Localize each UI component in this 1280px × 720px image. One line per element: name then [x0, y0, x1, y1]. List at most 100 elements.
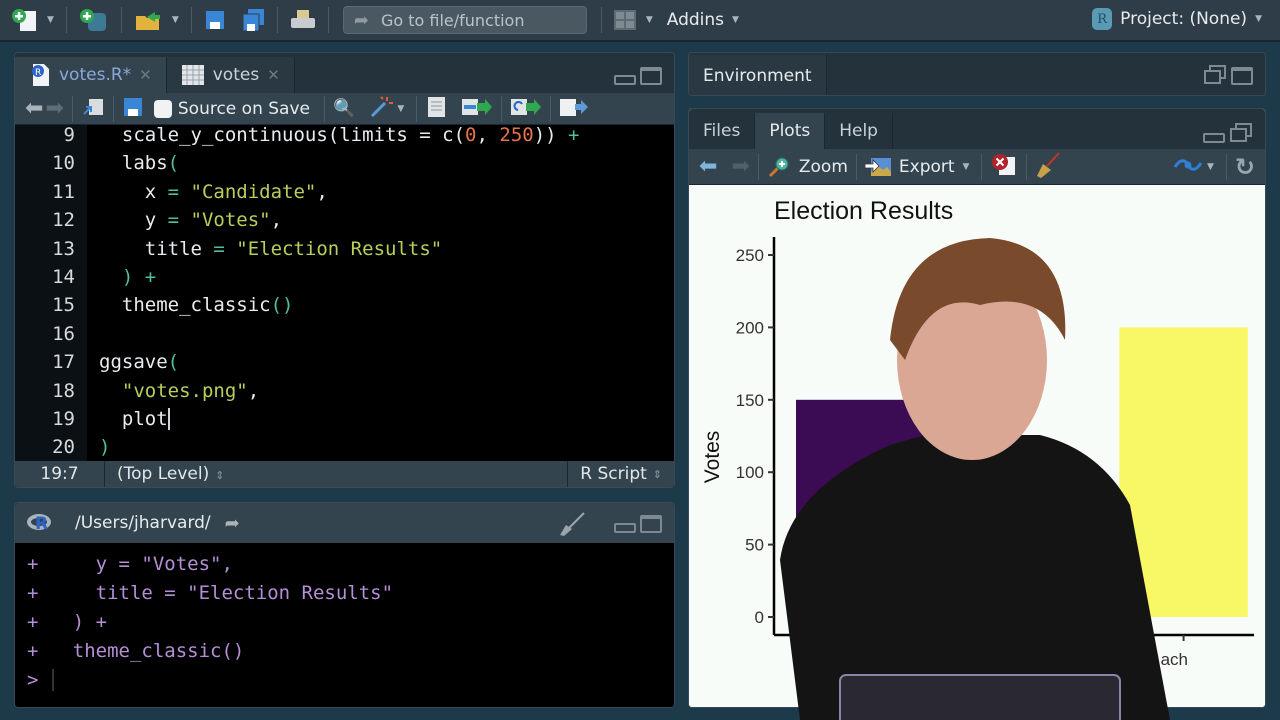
project-menu[interactable]: R Project: (None) ▼: [1092, 8, 1266, 30]
publish-icon[interactable]: [1173, 155, 1203, 179]
save-icon[interactable]: [203, 6, 227, 34]
goto-file-function-input[interactable]: ➦ Go to file/function: [342, 6, 587, 34]
tab-votes-data[interactable]: votes ✕: [166, 57, 295, 93]
divider: [112, 95, 114, 122]
code-line: 19 plot: [15, 405, 170, 433]
magic-wand-icon[interactable]: [369, 95, 394, 122]
next-plot-icon[interactable]: ➡: [731, 154, 749, 179]
line-number: 18: [52, 379, 75, 402]
maximize-icon[interactable]: [640, 67, 662, 85]
tab-label: votes: [212, 65, 260, 85]
grid-layout-icon[interactable]: [613, 6, 637, 34]
divider: [323, 95, 325, 122]
addins-menu[interactable]: Addins: [667, 10, 724, 30]
new-file-dropdown[interactable]: ▼: [47, 15, 54, 25]
line-number: 10: [52, 152, 75, 175]
new-file-icon[interactable]: [10, 6, 40, 34]
close-tab-icon[interactable]: ✕: [139, 66, 152, 84]
compile-report-icon[interactable]: [425, 95, 447, 123]
code-token: (: [167, 152, 180, 175]
close-tab-icon[interactable]: ✕: [267, 66, 280, 84]
source-pane: R votes.R* ✕ votes ✕ ⬅ ➡ Source on Save …: [14, 52, 675, 488]
source-script-icon[interactable]: [559, 96, 589, 122]
line-number: 13: [52, 237, 75, 260]
presenter-silhouette: [780, 238, 1170, 720]
code-editor[interactable]: 9 scale_y_continuous(limits = c(0, 250))…: [15, 124, 674, 461]
line-number: 19: [52, 408, 75, 430]
line-number: 20: [52, 436, 75, 459]
line-number: 17: [52, 351, 75, 374]
tab-votes-r[interactable]: R votes.R* ✕: [15, 57, 167, 93]
window-controls: [1203, 123, 1253, 143]
clear-plots-icon[interactable]: [1035, 151, 1061, 182]
refresh-icon[interactable]: ↻: [1235, 153, 1255, 181]
forward-arrow-icon[interactable]: ➡: [45, 96, 63, 121]
divider: [120, 7, 122, 33]
main-toolbar: ▼ ▼ ➦ Go to file/function ▼ Addins ▼ R P…: [0, 0, 1280, 42]
code-tools-dropdown[interactable]: ▼: [397, 104, 404, 114]
save-icon[interactable]: [122, 96, 144, 122]
chevron-down-icon: ▼: [1255, 14, 1262, 24]
grid-layout-dropdown[interactable]: ▼: [646, 15, 653, 25]
code-text: y = "Votes",: [99, 209, 282, 231]
code-token: 250: [499, 124, 534, 146]
go-to-directory-icon[interactable]: ➦: [225, 513, 240, 534]
code-token: "Election Results": [236, 237, 443, 260]
restore-icon[interactable]: [1203, 65, 1227, 85]
tab-environment[interactable]: Environment: [689, 55, 827, 95]
maximize-icon[interactable]: [640, 515, 662, 533]
open-file-icon[interactable]: [133, 6, 165, 34]
code-token: y: [99, 209, 168, 232]
maximize-icon[interactable]: [1231, 67, 1253, 85]
search-icon[interactable]: 🔍: [333, 98, 355, 119]
print-icon[interactable]: [289, 6, 317, 34]
cursor-position: 19:7: [15, 461, 105, 487]
tab-plots[interactable]: Plots: [755, 113, 826, 149]
clear-console-icon[interactable]: [556, 511, 586, 542]
zoom-magnifier-icon: [768, 157, 789, 177]
export-button[interactable]: Export ▼: [864, 156, 974, 178]
tab-files[interactable]: Files: [689, 113, 756, 149]
minimize-icon[interactable]: [614, 75, 636, 85]
line-number: 15: [52, 294, 75, 317]
source-on-save-label: Source on Save: [177, 98, 310, 119]
code-text: ggsave(: [99, 351, 179, 373]
rerun-icon[interactable]: [510, 96, 542, 122]
addins-dropdown-icon[interactable]: ▼: [732, 15, 739, 25]
zoom-button[interactable]: Zoom: [767, 155, 848, 179]
source-on-save-checkbox[interactable]: [153, 99, 172, 118]
scope-selector[interactable]: (Top Level) ⇕: [105, 464, 567, 484]
line-number: 11: [52, 180, 75, 203]
tab-help[interactable]: Help: [825, 113, 893, 149]
previous-plot-icon[interactable]: ⬅: [699, 154, 717, 179]
back-arrow-icon[interactable]: ⬅: [25, 96, 43, 121]
text-cursor: [167, 408, 170, 431]
show-in-window-icon[interactable]: [81, 96, 105, 122]
r-logo-icon: R: [27, 512, 53, 534]
source-tabbar: R votes.R* ✕ votes ✕: [15, 53, 674, 93]
console-output[interactable]: + y = "Votes", + title = "Election Resul…: [15, 543, 674, 707]
editor-statusbar: 19:7 (Top Level) ⇕ R Script ⇕: [15, 461, 674, 487]
minimize-icon[interactable]: [614, 523, 636, 533]
file-type-selector[interactable]: R Script ⇕: [567, 461, 674, 487]
code-line: 18 "votes.png",: [15, 377, 259, 405]
console-prompt[interactable]: >: [27, 665, 55, 694]
code-token: ,: [476, 124, 500, 146]
run-line-icon[interactable]: [461, 96, 493, 122]
new-project-icon[interactable]: [78, 6, 110, 34]
code-text: ): [99, 436, 110, 458]
publish-dropdown[interactable]: ▼: [1207, 162, 1214, 172]
code-line: 20): [15, 433, 110, 461]
export-label: Export: [898, 156, 955, 177]
code-line: 10 labs(: [15, 149, 179, 177]
restore-icon[interactable]: [1229, 123, 1253, 143]
minimize-icon[interactable]: [1203, 133, 1225, 143]
code-token: )): [533, 124, 557, 146]
open-file-dropdown[interactable]: ▼: [172, 15, 179, 25]
divider: [65, 7, 67, 33]
remove-plot-icon[interactable]: [990, 153, 1018, 181]
tab-label: Plots: [769, 121, 811, 141]
save-all-icon[interactable]: [240, 6, 266, 34]
r-file-icon: R: [32, 64, 49, 86]
